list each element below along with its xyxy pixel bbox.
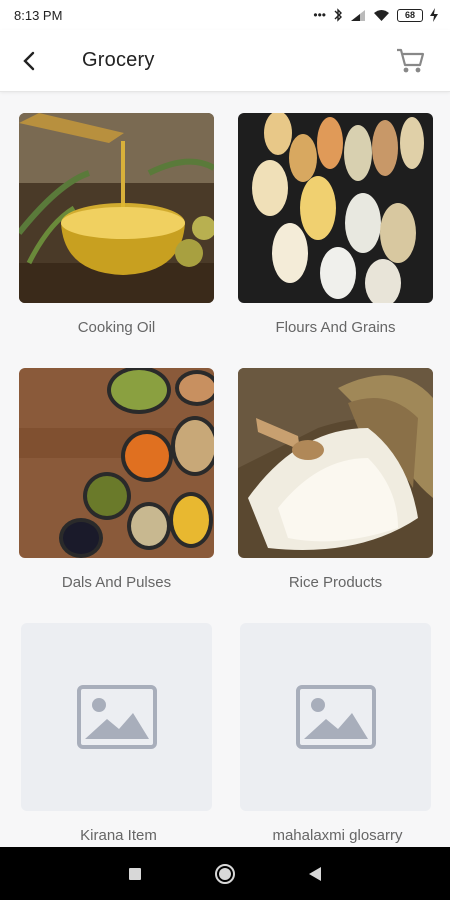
app-bar: Grocery xyxy=(0,30,450,92)
category-label: Rice Products xyxy=(288,574,383,591)
dals-and-pulses-image xyxy=(19,368,214,558)
image-placeholder-icon xyxy=(295,685,376,749)
bluetooth-icon xyxy=(334,8,342,22)
category-card-kirana-item[interactable]: Kirana Item xyxy=(21,623,216,844)
battery-icon: 68 xyxy=(397,8,423,22)
category-card-flours-and-grains[interactable]: Flours And Grains xyxy=(238,113,433,336)
category-label: Dals And Pulses xyxy=(61,574,172,591)
rice-products-image xyxy=(238,368,433,558)
back-arrow-icon xyxy=(23,51,35,70)
wifi-icon xyxy=(374,9,389,21)
kirana-item-placeholder xyxy=(21,623,212,811)
back-nav-button[interactable] xyxy=(295,854,335,894)
back-button[interactable] xyxy=(4,35,56,87)
cart-icon xyxy=(397,48,425,72)
page-title: Grocery xyxy=(82,49,155,71)
charging-icon xyxy=(430,8,438,22)
cooking-oil-image xyxy=(19,113,214,303)
back-triangle-icon xyxy=(309,866,321,881)
category-card-dals-and-pulses[interactable]: Dals And Pulses xyxy=(19,368,214,591)
home-button[interactable] xyxy=(205,854,245,894)
image-placeholder-icon xyxy=(76,685,157,749)
home-circle-icon xyxy=(215,863,235,884)
category-card-mahalaxmi-glosarry[interactable]: mahalaxmi glosarry xyxy=(240,623,435,844)
mahalaxmi-glosarry-placeholder xyxy=(240,623,431,811)
category-label: Kirana Item xyxy=(80,827,157,844)
status-time: 8:13 PM xyxy=(14,7,63,23)
more-dots-icon: ••• xyxy=(313,8,326,22)
recents-button[interactable] xyxy=(115,854,155,894)
category-label: Flours And Grains xyxy=(275,319,396,336)
category-label: Cooking Oil xyxy=(77,319,156,336)
system-nav-bar xyxy=(0,847,450,900)
cart-button[interactable] xyxy=(390,41,430,81)
category-label: mahalaxmi glosarry xyxy=(272,827,403,844)
recents-square-icon xyxy=(129,867,141,880)
status-bar: 8:13 PM ••• 68 xyxy=(0,0,450,30)
status-icons: ••• 68 xyxy=(313,8,438,22)
category-card-rice-products[interactable]: Rice Products xyxy=(238,368,433,591)
signal-icon xyxy=(351,9,365,21)
category-card-cooking-oil[interactable]: Cooking Oil xyxy=(19,113,214,336)
battery-level: 68 xyxy=(404,10,415,20)
flours-and-grains-image xyxy=(238,113,433,303)
